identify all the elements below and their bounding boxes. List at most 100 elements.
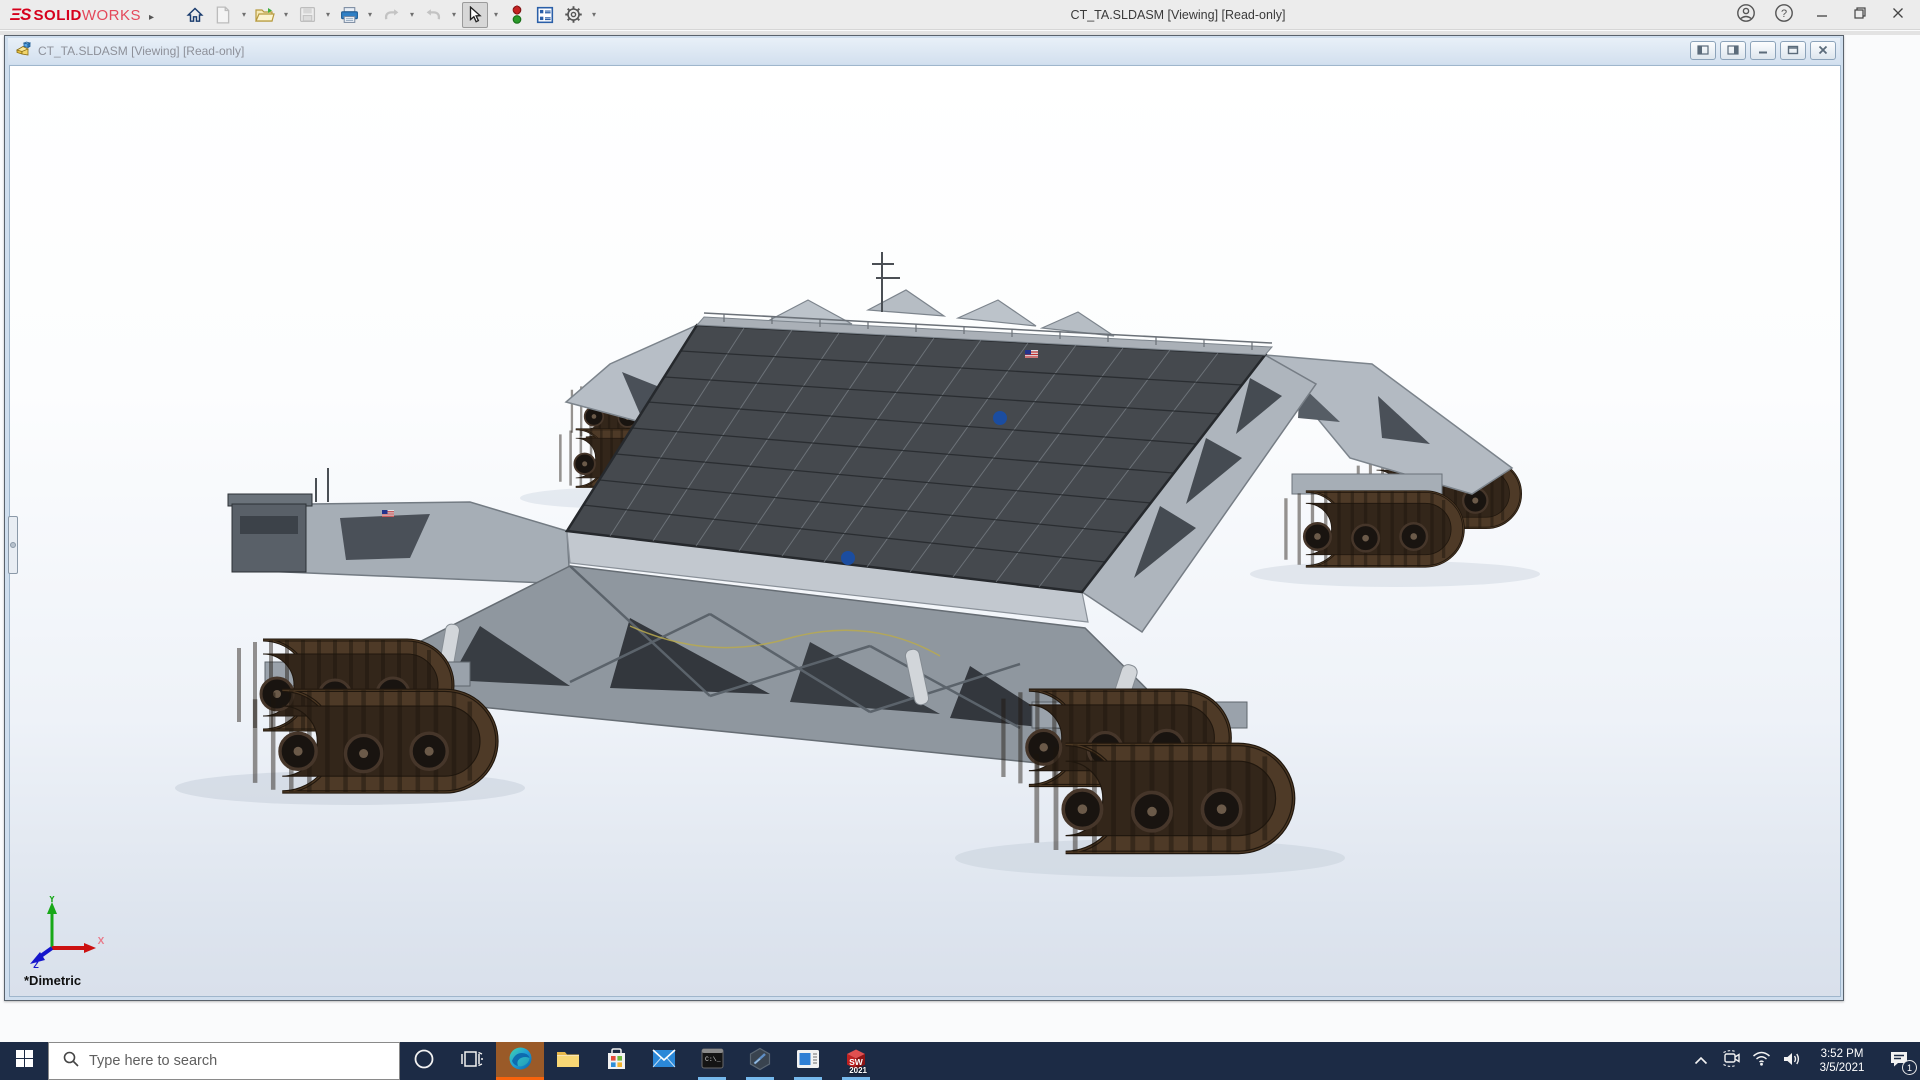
action-center-button[interactable]: 1 — [1878, 1042, 1920, 1080]
redo-button[interactable] — [420, 2, 446, 28]
meet-now-icon — [1722, 1050, 1741, 1072]
minimize-button[interactable] — [1806, 2, 1838, 28]
sw-year-text: 2021 — [849, 1066, 867, 1075]
hexagon-app-icon — [748, 1047, 772, 1076]
cmd-prompt-text: C:\_ — [705, 1056, 721, 1063]
help-icon: ? — [1774, 3, 1794, 28]
notification-badge: 1 — [1902, 1060, 1917, 1075]
new-document-dropdown[interactable]: ▾ — [238, 10, 250, 19]
svg-text:?: ? — [1781, 8, 1787, 20]
home-icon — [186, 6, 204, 24]
options-gear-icon — [564, 5, 583, 24]
start-button[interactable] — [0, 1042, 48, 1080]
view-orientation-label: *Dimetric — [24, 973, 81, 988]
close-icon — [1891, 6, 1905, 25]
taskbar-app-solidworks[interactable]: SW 2021 — [832, 1042, 880, 1080]
splitter-grip-icon — [10, 542, 16, 548]
solidworks-app-icon: SW 2021 — [843, 1046, 869, 1077]
app-titlebar: ΞS SOLID WORKS ▸ ▾ ▾ ▾ ▾ ▾ ▾ — [0, 0, 1920, 30]
clock-date: 3/5/2021 — [1808, 1061, 1876, 1075]
cad-model-crawler-transporter — [10, 66, 1842, 998]
graphics-viewport[interactable]: Y X Z *Dimetric — [9, 65, 1841, 997]
taskbar: C:\_ SW 2021 3:52 PM 3/5/2021 — [0, 1042, 1920, 1080]
file-properties-icon — [536, 6, 554, 24]
windows-logo-icon — [16, 1050, 33, 1072]
taskbar-clock[interactable]: 3:52 PM 3/5/2021 — [1806, 1047, 1878, 1075]
doc-close-button[interactable] — [1810, 41, 1836, 60]
restore-icon — [1853, 6, 1867, 25]
triad-x-label: X — [98, 936, 105, 947]
account-icon — [1736, 3, 1756, 28]
pane-right-icon — [1727, 42, 1739, 60]
edge-icon — [508, 1046, 533, 1076]
help-button[interactable]: ? — [1768, 2, 1800, 28]
document-window: CT_TA.SLDASM [Viewing] [Read-only] — [4, 35, 1844, 1001]
reference-triad: Y X Z — [28, 896, 106, 968]
undo-button[interactable] — [378, 2, 404, 28]
system-tray: 3:52 PM 3/5/2021 1 — [1686, 1042, 1920, 1080]
rebuild-button[interactable] — [504, 2, 530, 28]
taskbar-app-blue-window[interactable] — [784, 1042, 832, 1080]
taskbar-app-file-explorer[interactable] — [544, 1042, 592, 1080]
window-controls: ? — [1730, 0, 1914, 30]
print-dropdown[interactable]: ▾ — [364, 10, 376, 19]
taskbar-app-mail[interactable] — [640, 1042, 688, 1080]
file-properties-button[interactable] — [532, 2, 558, 28]
document-title: CT_TA.SLDASM [Viewing] [Read-only] — [38, 44, 244, 58]
save-dropdown[interactable]: ▾ — [322, 10, 334, 19]
app-title: CT_TA.SLDASM [Viewing] [Read-only] — [1071, 0, 1286, 30]
taskbar-app-command-prompt[interactable]: C:\_ — [688, 1042, 736, 1080]
cortana-button[interactable] — [400, 1042, 448, 1080]
document-window-buttons — [1690, 41, 1836, 60]
taskbar-app-edge[interactable] — [496, 1042, 544, 1080]
new-document-icon — [215, 6, 231, 24]
home-button[interactable] — [182, 2, 208, 28]
open-button[interactable] — [252, 2, 278, 28]
new-document-button[interactable] — [210, 2, 236, 28]
undo-icon — [382, 7, 401, 23]
microsoft-store-icon — [606, 1048, 627, 1075]
options-button[interactable] — [560, 2, 586, 28]
doc-minimize-button[interactable] — [1750, 41, 1776, 60]
save-button[interactable] — [294, 2, 320, 28]
speaker-icon — [1782, 1051, 1801, 1072]
network-button[interactable] — [1746, 1042, 1776, 1080]
taskbar-app-hexagon-tool[interactable] — [736, 1042, 784, 1080]
logo-expand-arrow[interactable]: ▸ — [149, 12, 154, 23]
redo-icon — [424, 7, 443, 23]
doc-restore-button[interactable] — [1780, 41, 1806, 60]
taskbar-search[interactable] — [48, 1042, 400, 1080]
meet-now-button[interactable] — [1716, 1042, 1746, 1080]
open-dropdown[interactable]: ▾ — [280, 10, 292, 19]
save-floppy-icon — [299, 6, 316, 23]
close-button[interactable] — [1882, 2, 1914, 28]
file-explorer-icon — [556, 1049, 580, 1074]
select-tool-dropdown[interactable]: ▾ — [490, 10, 502, 19]
rebuild-traffic-light-icon — [511, 5, 523, 25]
blue-window-app-icon — [796, 1049, 820, 1074]
triad-z-label: Z — [33, 960, 39, 968]
task-view-button[interactable] — [448, 1042, 496, 1080]
triad-y-label: Y — [49, 896, 56, 905]
clock-time: 3:52 PM — [1808, 1047, 1876, 1061]
collapse-right-pane-button[interactable] — [1720, 41, 1746, 60]
select-tool-button[interactable] — [462, 2, 488, 28]
options-dropdown[interactable]: ▾ — [588, 10, 600, 19]
feature-manager-splitter[interactable] — [8, 516, 18, 574]
taskbar-app-store[interactable] — [592, 1042, 640, 1080]
print-icon — [340, 6, 359, 24]
restore-button[interactable] — [1844, 2, 1876, 28]
redo-dropdown[interactable]: ▾ — [448, 10, 460, 19]
account-button[interactable] — [1730, 2, 1762, 28]
minimize-icon — [1815, 6, 1829, 25]
collapse-left-pane-button[interactable] — [1690, 41, 1716, 60]
wifi-icon — [1752, 1051, 1771, 1071]
document-titlebar[interactable]: CT_TA.SLDASM [Viewing] [Read-only] — [8, 38, 1840, 64]
cortana-icon — [413, 1048, 435, 1075]
taskbar-search-input[interactable] — [89, 1053, 399, 1069]
undo-dropdown[interactable]: ▾ — [406, 10, 418, 19]
print-button[interactable] — [336, 2, 362, 28]
tray-overflow-button[interactable] — [1686, 1042, 1716, 1080]
doc-restore-icon — [1787, 42, 1799, 60]
volume-button[interactable] — [1776, 1042, 1806, 1080]
